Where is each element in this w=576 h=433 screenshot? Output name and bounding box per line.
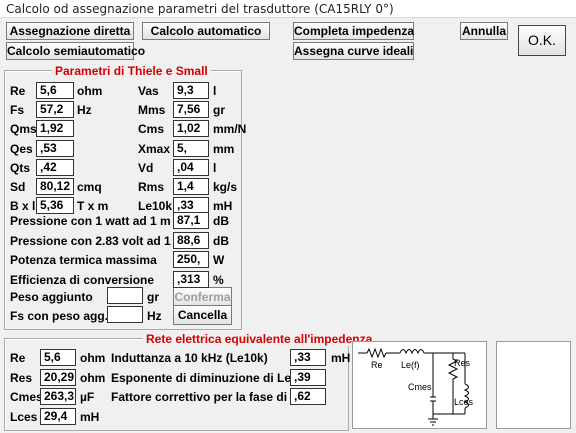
param-label: Qts	[10, 160, 31, 175]
param-unit: %	[213, 272, 224, 287]
param-input[interactable]: 80,12	[36, 178, 74, 195]
fs-peso-label: Fs con peso agg.	[10, 309, 109, 323]
param-label: Rms	[138, 180, 165, 194]
preview-box	[496, 341, 571, 429]
param-input[interactable]: 87,1	[173, 212, 209, 229]
thiele-small-title: Parametri di Thiele e Small	[52, 64, 211, 78]
param-input[interactable]: ,313	[173, 270, 209, 288]
param-input[interactable]: 250,	[173, 251, 209, 268]
param-input[interactable]: 5,6	[36, 82, 74, 99]
window-title: Calcolo od assegnazione parametri del tr…	[0, 0, 576, 18]
rete-label: Res	[10, 370, 33, 385]
param-unit: kg/s	[213, 180, 238, 194]
param-label: Sd	[10, 180, 26, 194]
peso-aggiunto-unit: gr	[147, 290, 159, 304]
rete-label: Lces	[10, 409, 38, 424]
param-input[interactable]: 1,92	[36, 120, 74, 138]
circuit-re-label: Re	[371, 360, 383, 370]
rete-input[interactable]: 263,3	[40, 388, 76, 405]
calcolo-semiautomatico-button[interactable]: Calcolo semiautomatico	[6, 42, 145, 60]
rete-label: Fattore correttivo per la fase di Le	[111, 390, 305, 404]
circuit-cmes-label: Cmes	[408, 382, 432, 392]
param-label: Qes	[10, 141, 33, 156]
param-label: Cms	[138, 122, 165, 137]
calcolo-automatico-button[interactable]: Calcolo automatico	[142, 22, 270, 40]
param-label: Xmax	[138, 141, 171, 156]
fs-peso-input[interactable]	[107, 306, 143, 323]
param-label: Pressione con 1 watt ad 1 m	[10, 214, 171, 228]
param-unit: l	[213, 160, 217, 175]
rete-unit: µF	[80, 390, 95, 404]
param-unit: Hz	[77, 103, 92, 118]
rete-unit: mH	[331, 351, 351, 365]
param-input[interactable]: 1,4	[173, 178, 209, 195]
param-unit: cmq	[77, 180, 102, 194]
rete-unit: mH	[80, 409, 100, 424]
rete-input[interactable]: ,39	[290, 368, 326, 386]
param-input[interactable]: ,42	[36, 158, 74, 176]
param-label: Vd	[138, 160, 154, 175]
rete-label: Induttanza a 10 kHz (Le10k)	[111, 351, 268, 365]
param-unit: gr	[213, 103, 225, 118]
peso-aggiunto-label: Peso aggiunto	[10, 290, 93, 304]
param-unit: W	[213, 253, 225, 267]
param-input[interactable]: ,53	[36, 139, 74, 157]
param-label: B x l	[10, 199, 36, 214]
annulla-button[interactable]: Annulla	[460, 22, 508, 40]
rete-input[interactable]: 20,29	[40, 368, 76, 386]
param-unit: dB	[213, 233, 229, 248]
param-label: Potenza termica massima	[10, 253, 157, 267]
rete-elettrica-title: Rete elettrica equivalente all'impedenza	[143, 332, 376, 346]
param-label: Le10k	[138, 199, 173, 214]
param-label: Efficienza di conversione	[10, 272, 155, 287]
rete-label: Cmes	[10, 390, 43, 404]
rete-unit: ohm	[80, 370, 106, 385]
rete-input[interactable]: 29,4	[40, 407, 76, 425]
param-input[interactable]: 1,02	[173, 120, 209, 138]
param-label: Qms	[10, 122, 37, 137]
param-input[interactable]: 57,2	[36, 101, 74, 119]
param-unit: dB	[213, 214, 229, 228]
param-unit: l	[213, 84, 217, 98]
circuit-le-label: Le(f)	[401, 360, 420, 370]
completa-impedenza-button[interactable]: Completa impedenza	[293, 22, 414, 40]
equivalent-circuit-diagram: Re Le(f) Res Cmes Lces	[352, 341, 487, 429]
param-input[interactable]: 88,6	[173, 231, 209, 249]
param-label: Pressione con 2.83 volt ad 1 m	[10, 233, 185, 248]
conferma-button[interactable]: Conferma	[173, 287, 232, 307]
param-input[interactable]: ,04	[173, 158, 209, 176]
assegnazione-diretta-button[interactable]: Assegnazione diretta	[6, 22, 134, 40]
param-input[interactable]: 7,56	[173, 101, 209, 119]
circuit-res-label: Res	[454, 358, 471, 368]
param-input[interactable]: 5,36	[36, 197, 74, 215]
param-label: Vas	[138, 84, 159, 98]
rete-input[interactable]: 5,6	[40, 349, 76, 366]
ok-button[interactable]: O.K.	[518, 25, 566, 56]
param-unit: T x m	[77, 199, 109, 214]
fs-peso-unit: Hz	[147, 309, 162, 323]
rete-label: Re	[10, 351, 26, 365]
param-unit: ohm	[77, 84, 103, 98]
param-label: Fs	[10, 103, 25, 118]
rete-input[interactable]: ,33	[290, 349, 326, 366]
rete-input[interactable]: ,62	[290, 388, 326, 405]
param-label: Re	[10, 84, 26, 98]
param-unit: mH	[213, 199, 233, 214]
param-unit: mm	[213, 141, 235, 156]
param-label: Mms	[138, 103, 166, 118]
circuit-lces-label: Lces	[454, 397, 474, 407]
param-input[interactable]: 9,3	[173, 82, 209, 99]
param-input[interactable]: 5,	[173, 139, 209, 157]
param-unit: mm/N	[213, 122, 247, 137]
assegna-curve-ideali-button[interactable]: Assegna curve ideali	[293, 42, 414, 60]
peso-aggiunto-input[interactable]	[107, 287, 143, 304]
rete-label: Esponente di diminuzione di Le	[111, 370, 292, 385]
rete-unit: ohm	[80, 351, 106, 365]
cancella-button[interactable]: Cancella	[173, 305, 232, 325]
